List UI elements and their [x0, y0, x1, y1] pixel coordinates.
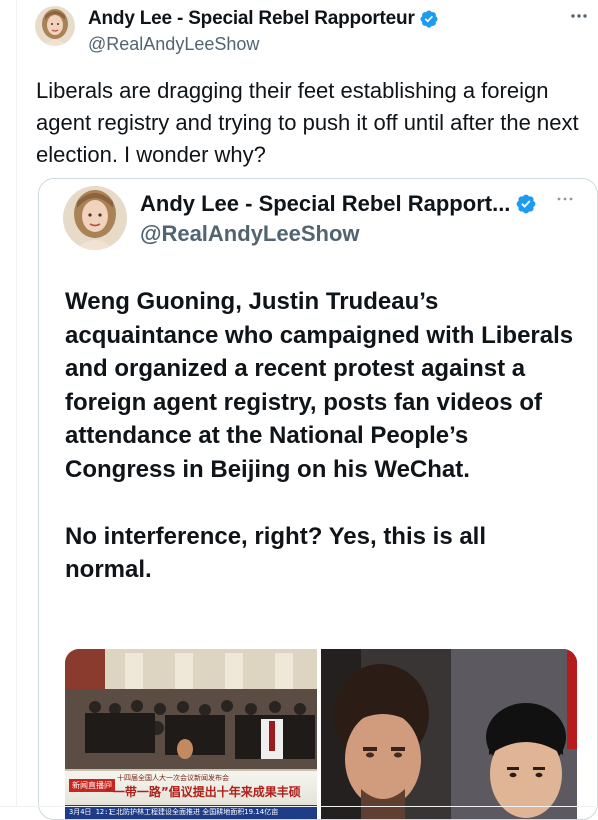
- news-ticker-text: 三北防护林工程建设全面推进 全国耕地面积19.14亿亩: [109, 808, 279, 816]
- news-ticker-date: 3月4日 12:1: [69, 808, 113, 816]
- author-avatar[interactable]: [35, 6, 75, 46]
- author-name[interactable]: Andy Lee - Special Rebel Rapporteur: [88, 8, 415, 30]
- quoted-paragraph: Weng Guoning, Justin Trudeau’s acquainta…: [65, 288, 574, 483]
- quoted-paragraph: No interference, right? Yes, this is all…: [65, 522, 487, 584]
- verified-badge-icon: [517, 194, 536, 214]
- portrait-image[interactable]: [321, 649, 577, 819]
- quoted-tweet-header: Andy Lee - Special Rebel Rapport... @Rea…: [140, 189, 597, 247]
- verified-badge-icon: [420, 10, 438, 28]
- quoted-tweet[interactable]: Andy Lee - Special Rebel Rapport... @Rea…: [38, 178, 598, 820]
- ellipsis-icon: [571, 14, 587, 18]
- tweet-text: Liberals are dragging their feet establi…: [36, 78, 579, 167]
- quoted-author-avatar[interactable]: [63, 186, 127, 250]
- quoted-tweet-text: Weng Guoning, Justin Trudeau’s acquainta…: [65, 285, 575, 620]
- quoted-media[interactable]: 新闻直播间 十四届全国人大一次会议新闻发布会 “一带一路”倡议提出十年来成果丰硕…: [65, 649, 577, 819]
- press-conference-image[interactable]: 新闻直播间 十四届全国人大一次会议新闻发布会 “一带一路”倡议提出十年来成果丰硕…: [65, 649, 317, 819]
- ellipsis-icon: [557, 197, 573, 201]
- quoted-author-name[interactable]: Andy Lee - Special Rebel Rapport...: [140, 191, 510, 217]
- quoted-author-handle[interactable]: @RealAndyLeeShow: [140, 221, 597, 247]
- tweet-header: Andy Lee - Special Rebel Rapporteur @Rea…: [88, 6, 598, 58]
- two-men-portrait: [321, 649, 577, 819]
- news-caption-top: 十四届全国人大一次会议新闻发布会: [117, 774, 229, 782]
- news-caption-main: “一带一路”倡议提出十年来成果丰硕: [105, 785, 301, 799]
- author-handle[interactable]: @RealAndyLeeShow: [88, 34, 598, 55]
- left-rail: [0, 0, 20, 807]
- left-rail-divider: [16, 0, 17, 807]
- more-options-button[interactable]: [568, 6, 590, 26]
- quoted-more-options-button[interactable]: [555, 193, 575, 205]
- news-caption-band: 新闻直播间 十四届全国人大一次会议新闻发布会 “一带一路”倡议提出十年来成果丰硕: [65, 771, 317, 805]
- news-ticker: 3月4日 12:1 三北防护林工程建设全面推进 全国耕地面积19.14亿亩: [65, 805, 317, 819]
